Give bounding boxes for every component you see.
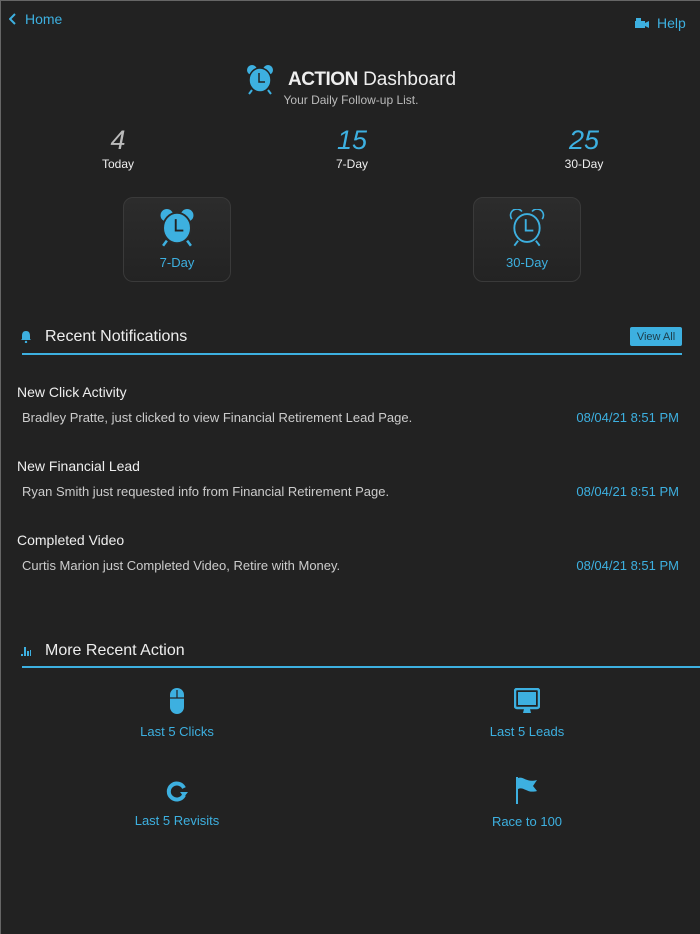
tile-30day[interactable]: 30-Day <box>473 197 581 282</box>
action-label: Last 5 Revisits <box>134 813 220 828</box>
mouse-icon <box>170 688 184 714</box>
divider <box>22 666 700 668</box>
notification-message: Curtis Marion just Completed Video, Reti… <box>22 558 341 573</box>
last-5-clicks[interactable]: Last 5 Clicks <box>77 688 277 739</box>
notification-title: Completed Video <box>17 532 125 548</box>
stat-value: 25 <box>568 125 600 155</box>
alarm-clock-icon <box>160 209 194 247</box>
help-label: Help <box>657 15 686 31</box>
stat-7day: 15 7-Day <box>282 125 422 171</box>
tile-label: 30-Day <box>506 255 548 270</box>
section-title: Recent Notifications <box>45 328 188 345</box>
notification-title: New Financial Lead <box>17 458 140 474</box>
tile-label: 7-Day <box>159 255 195 270</box>
subtitle: Your Daily Follow-up List. <box>283 93 419 107</box>
notification-time: 08/04/21 8:51 PM <box>576 410 679 425</box>
flag-icon <box>516 777 537 804</box>
notification-item[interactable]: New Financial Lead Ryan Smith just reques… <box>17 458 679 499</box>
notification-item[interactable]: Completed Video Curtis Marion just Comple… <box>17 532 679 573</box>
chevron-left-icon <box>9 13 16 25</box>
title-bold: ACTION <box>287 69 358 90</box>
refresh-icon <box>166 781 188 802</box>
stat-30day: 25 30-Day <box>514 125 654 171</box>
last-5-revisits[interactable]: Last 5 Revisits <box>77 779 277 828</box>
last-5-leads[interactable]: Last 5 Leads <box>427 688 627 739</box>
home-link[interactable]: Home <box>9 11 62 27</box>
help-link[interactable]: Help <box>635 15 686 31</box>
monitor-icon <box>514 688 540 713</box>
section-title: More Recent Action <box>45 642 185 659</box>
alarm-clock-icon <box>246 65 273 95</box>
video-camera-icon <box>635 17 649 28</box>
stat-today: 4 Today <box>48 125 188 171</box>
notification-message: Ryan Smith just requested info from Fina… <box>22 484 390 499</box>
view-all-button[interactable]: View All <box>630 327 682 346</box>
notification-item[interactable]: New Click Activity Bradley Pratte, just c… <box>17 384 679 425</box>
alarm-clock-outline-icon <box>509 209 545 247</box>
bell-icon <box>21 331 31 343</box>
action-label: Last 5 Clicks <box>140 724 214 739</box>
notification-time: 08/04/21 8:51 PM <box>576 558 679 573</box>
race-to-100[interactable]: Race to 100 <box>427 777 627 829</box>
notifications-heading: Recent Notifications <box>21 328 187 346</box>
home-label: Home <box>25 11 63 27</box>
stat-label: 30-Day <box>564 157 604 171</box>
tile-7day[interactable]: 7-Day <box>123 197 231 282</box>
stat-label: 7-Day <box>335 157 368 171</box>
action-label: Race to 100 <box>491 814 563 829</box>
notification-time: 08/04/21 8:51 PM <box>576 484 679 499</box>
bar-chart-icon <box>21 646 31 656</box>
action-label: Last 5 Leads <box>489 724 565 739</box>
more-action-heading: More Recent Action <box>21 642 185 660</box>
stat-label: Today <box>101 157 135 171</box>
stat-value: 15 <box>336 125 368 155</box>
divider <box>22 353 682 355</box>
title-rest: Dashboard <box>363 69 457 90</box>
page-title: ACTION Dashboard <box>1 65 700 95</box>
notification-message: Bradley Pratte, just clicked to view Fin… <box>22 410 413 425</box>
stat-value: 4 <box>110 125 126 155</box>
notification-title: New Click Activity <box>17 384 127 400</box>
